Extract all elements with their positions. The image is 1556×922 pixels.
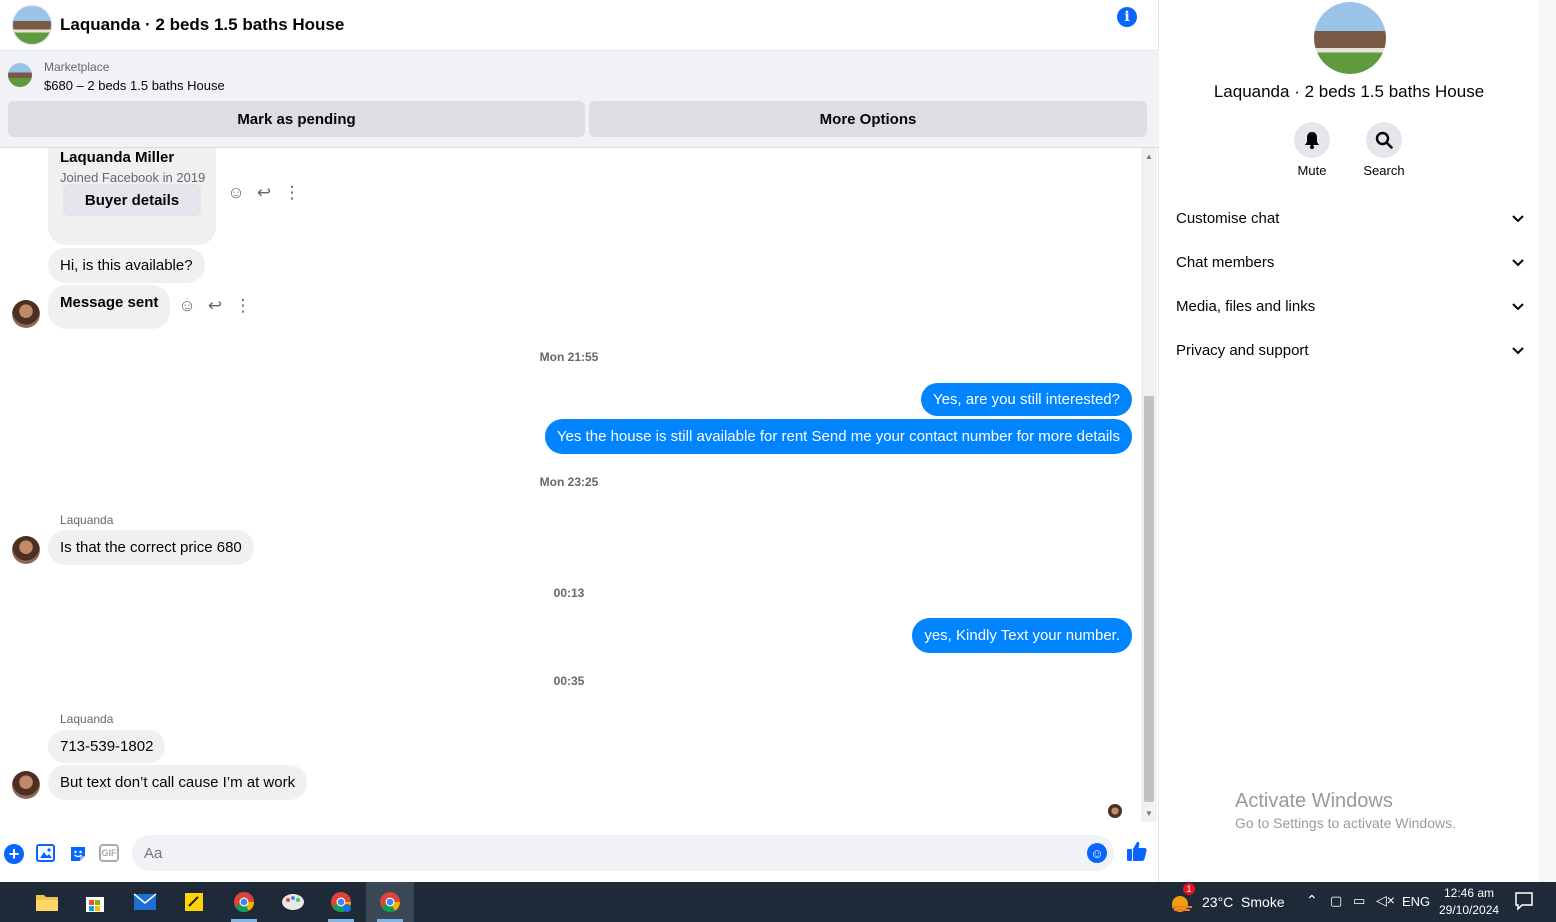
search-label: Search — [1363, 163, 1405, 178]
scrollbar-thumb[interactable] — [1144, 396, 1154, 802]
mail-icon[interactable] — [131, 888, 159, 916]
scroll-down-icon[interactable]: ▼ — [1145, 809, 1153, 818]
sticky-notes-icon[interactable] — [180, 888, 208, 916]
buyer-name: Laquanda Miller — [60, 149, 175, 166]
chat-title[interactable]: Laquanda · 2 beds 1.5 baths House — [60, 15, 344, 35]
timestamp: Mon 21:55 — [539, 350, 599, 364]
chevron-down-icon — [1512, 300, 1524, 314]
file-explorer-icon[interactable] — [33, 888, 61, 916]
bell-icon — [1305, 132, 1319, 149]
panel-scrollbar[interactable] — [1539, 0, 1556, 882]
message-incoming: Hi, is this available? — [48, 248, 205, 283]
listing-title[interactable]: $680 – 2 beds 1.5 baths House — [44, 78, 225, 93]
search-button[interactable] — [1366, 122, 1402, 158]
clock-date[interactable]: 29/10/2024 — [1439, 903, 1499, 917]
message-outgoing: Yes, are you still interested? — [920, 383, 1132, 416]
emoji-icon[interactable]: ☺ — [1087, 843, 1107, 863]
weather-badge: 1 — [1183, 883, 1195, 895]
message-list: Laquanda Miller Joined Facebook in 2019 … — [0, 148, 1140, 822]
search-icon — [1375, 131, 1393, 149]
language-indicator[interactable]: ENG — [1402, 894, 1430, 909]
section-privacy-support[interactable]: Privacy and support — [1176, 342, 1524, 359]
scroll-up-icon[interactable]: ▲ — [1145, 152, 1153, 161]
chat-header: Laquanda · 2 beds 1.5 baths House i — [0, 0, 1159, 50]
listing-profile-avatar[interactable] — [1314, 2, 1386, 74]
contact-avatar[interactable] — [12, 771, 40, 799]
message-incoming: But text don’t call cause I’m at work — [48, 765, 308, 800]
listing-thumbnail[interactable] — [8, 63, 32, 87]
panel-title: Laquanda · 2 beds 1.5 baths House — [1213, 82, 1485, 101]
chrome-active-icon[interactable] — [376, 888, 404, 916]
sender-name: Laquanda — [60, 513, 114, 527]
plus-icon[interactable]: + — [4, 844, 24, 864]
message-incoming: Message sent — [48, 285, 171, 329]
activate-windows-title: Activate Windows — [1235, 790, 1393, 812]
section-customise-chat[interactable]: Customise chat — [1176, 210, 1524, 227]
contact-avatar[interactable] — [12, 536, 40, 564]
chat-info-panel: Laquanda · 2 beds 1.5 baths House Mute S… — [1160, 0, 1538, 882]
message-input[interactable] — [132, 835, 1114, 871]
chevron-down-icon — [1512, 256, 1524, 270]
paint-icon[interactable] — [279, 888, 307, 916]
more-icon[interactable]: ⋮ — [283, 183, 301, 203]
section-label: Media, files and links — [1176, 298, 1316, 315]
meet-icon[interactable]: ▢ — [1330, 893, 1342, 909]
seen-indicator-avatar — [1108, 804, 1122, 818]
section-media-files-links[interactable]: Media, files and links — [1176, 298, 1524, 315]
mark-as-pending-button[interactable]: Mark as pending — [8, 101, 585, 137]
buyer-card: Laquanda Miller Joined Facebook in 2019 … — [48, 148, 216, 245]
chrome-icon[interactable] — [230, 888, 258, 916]
marketplace-bar: Marketplace $680 – 2 beds 1.5 baths Hous… — [0, 50, 1159, 148]
timestamp: Mon 23:25 — [539, 475, 599, 489]
section-label: Customise chat — [1176, 210, 1280, 227]
message-actions: ☺ ↩ ⋮ — [227, 183, 301, 203]
more-icon[interactable]: ⋮ — [234, 296, 252, 316]
message-outgoing: Yes the house is still available for ren… — [544, 419, 1132, 454]
react-icon[interactable]: ☺ — [178, 296, 196, 316]
timestamp: 00:35 — [553, 674, 585, 688]
timestamp: 00:13 — [553, 586, 585, 600]
message-scrollbar[interactable]: ▲ ▼ — [1141, 148, 1157, 822]
section-label: Chat members — [1176, 254, 1275, 271]
section-label: Privacy and support — [1176, 342, 1309, 359]
mute-label: Mute — [1297, 163, 1327, 178]
reply-icon[interactable]: ↩ — [206, 296, 224, 316]
message-outgoing: yes, Kindly Text your number. — [912, 618, 1132, 653]
buyer-details-button[interactable]: Buyer details — [63, 184, 201, 216]
store-icon[interactable] — [81, 888, 109, 916]
weather-text[interactable]: 23°C Smoke — [1202, 894, 1285, 910]
listing-avatar[interactable] — [12, 5, 52, 45]
photo-icon[interactable] — [36, 844, 55, 862]
message-incoming: Is that the correct price 680 — [48, 530, 254, 565]
sender-name: Laquanda — [60, 712, 114, 726]
react-icon[interactable]: ☺ — [227, 183, 245, 203]
contact-avatar[interactable] — [12, 300, 40, 328]
mute-button[interactable] — [1294, 122, 1330, 158]
chevron-up-icon[interactable]: ⌃ — [1306, 892, 1318, 909]
buyer-joined: Joined Facebook in 2019 — [60, 170, 206, 185]
chrome-profile-icon[interactable] — [327, 888, 355, 916]
gif-icon[interactable]: GIF — [99, 844, 119, 862]
chevron-down-icon — [1512, 212, 1524, 226]
sticker-icon[interactable] — [67, 843, 89, 865]
chevron-down-icon — [1512, 344, 1524, 358]
info-icon[interactable]: i — [1117, 7, 1137, 27]
chat-window: Laquanda · 2 beds 1.5 baths House i Mark… — [0, 0, 1159, 882]
message-composer: + GIF ☺ — [0, 822, 1159, 882]
windows-taskbar: 1 23°C Smoke ⌃ ▢ ▭ ◁× ENG 12:46 am 29/10… — [0, 882, 1556, 922]
volume-muted-icon[interactable]: ◁× — [1376, 892, 1395, 909]
section-chat-members[interactable]: Chat members — [1176, 254, 1524, 271]
message-incoming: 713-539-1802 — [48, 730, 166, 763]
activate-windows-subtitle: Go to Settings to activate Windows. — [1235, 815, 1456, 831]
marketplace-label: Marketplace — [44, 60, 110, 74]
clock-time[interactable]: 12:46 am — [1444, 886, 1494, 900]
message-actions: ☺ ↩ ⋮ — [178, 296, 252, 316]
network-icon[interactable]: ▭ — [1353, 893, 1365, 909]
more-options-button[interactable]: More Options — [589, 101, 1147, 137]
notifications-icon[interactable] — [1514, 891, 1534, 914]
reply-icon[interactable]: ↩ — [255, 183, 273, 203]
thumbs-up-icon[interactable] — [1126, 840, 1148, 868]
